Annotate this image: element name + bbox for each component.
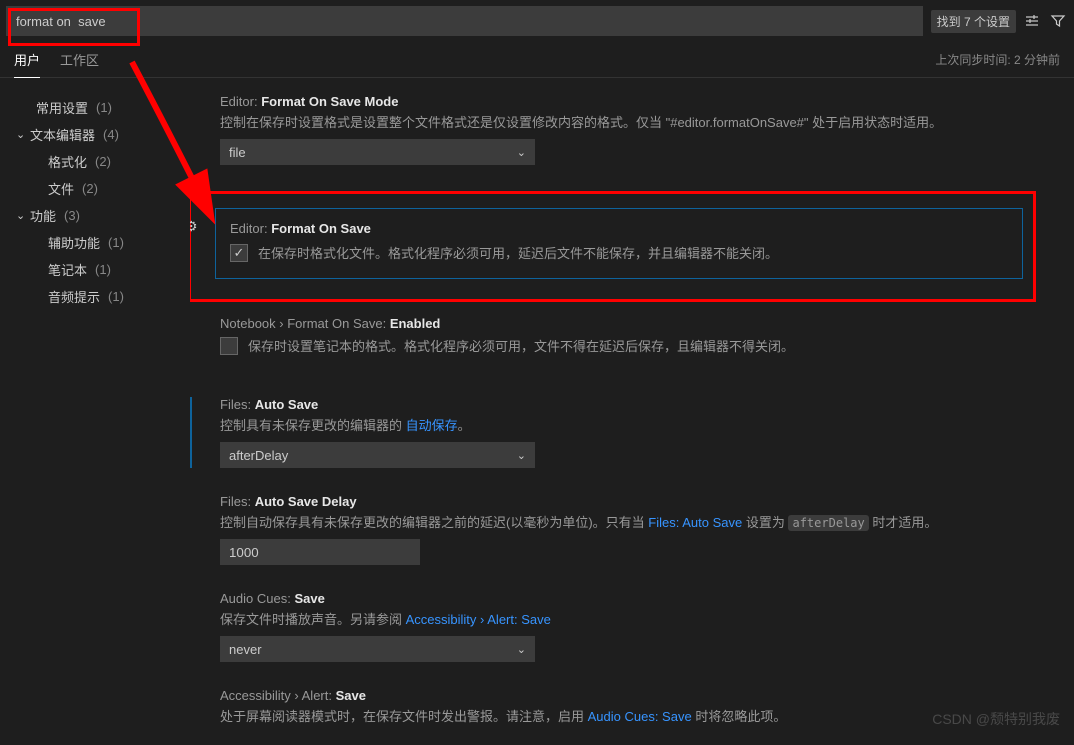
tree-audio-cues[interactable]: 音频提示(1) [8,283,182,310]
setting-auto-save: Files: Auto Save 控制具有未保存更改的编辑器的 自动保存。 af… [190,397,1054,468]
auto-save-select[interactable]: afterDelay⌄ [220,442,535,468]
tree-text-editor[interactable]: ⌄文本编辑器(4) [8,121,182,148]
auto-save-link[interactable]: 自动保存 [406,418,458,433]
found-count-label: 找到 7 个设置 [931,10,1016,33]
chevron-down-icon: ⌄ [16,209,26,222]
setting-auto-save-delay: Files: Auto Save Delay 控制自动保存具有未保存更改的编辑器… [190,494,1054,565]
chevron-down-icon: ⌄ [517,643,526,656]
settings-list-icon[interactable] [1022,11,1042,31]
settings-search-input[interactable] [6,6,923,36]
accessibility-alert-link[interactable]: Accessibility › Alert: Save [406,612,551,627]
setting-audio-cues-save: Audio Cues: Save 保存文件时播放声音。另请参阅 Accessib… [190,591,1054,662]
chevron-down-icon: ⌄ [517,449,526,462]
auto-save-delay-input[interactable] [220,539,420,565]
setting-format-on-save-highlighted: ⚙ Editor: Format On Save 在保存时格式化文件。格式化程序… [190,191,1036,302]
filter-icon[interactable] [1048,11,1068,31]
setting-format-on-save-mode: Editor: Format On Save Mode 控制在保存时设置格式是设… [190,94,1054,165]
notebook-format-on-save-checkbox[interactable] [220,337,238,355]
format-on-save-mode-select[interactable]: file⌄ [220,139,535,165]
chevron-down-icon: ⌄ [517,146,526,159]
tree-formatting[interactable]: 格式化(2) [8,148,182,175]
gear-icon[interactable]: ⚙ [190,218,198,235]
chevron-down-icon: ⌄ [16,128,26,141]
last-sync-label: 上次同步时间: 2 分钟前 [935,51,1060,68]
tree-files[interactable]: 文件(2) [8,175,182,202]
files-auto-save-link[interactable]: Files: Auto Save [648,515,742,530]
tree-notebook[interactable]: 笔记本(1) [8,256,182,283]
tab-user[interactable]: 用户 [14,42,40,78]
audio-cues-save-select[interactable]: never⌄ [220,636,535,662]
settings-tree: 常用设置(1) ⌄文本编辑器(4) 格式化(2) 文件(2) ⌄功能(3) 辅助… [0,78,190,745]
setting-accessibility-alert-save: Accessibility › Alert: Save 处于屏幕阅读器模式时，在… [190,688,1054,727]
tree-common[interactable]: 常用设置(1) [8,94,182,121]
tree-features[interactable]: ⌄功能(3) [8,202,182,229]
format-on-save-checkbox[interactable] [230,244,248,262]
tab-workspace[interactable]: 工作区 [60,42,99,78]
modified-indicator [190,397,192,468]
audio-cues-save-link[interactable]: Audio Cues: Save [588,709,692,724]
setting-notebook-format-on-save: Notebook › Format On Save: Enabled 保存时设置… [190,316,1054,357]
tree-accessibility[interactable]: 辅助功能(1) [8,229,182,256]
